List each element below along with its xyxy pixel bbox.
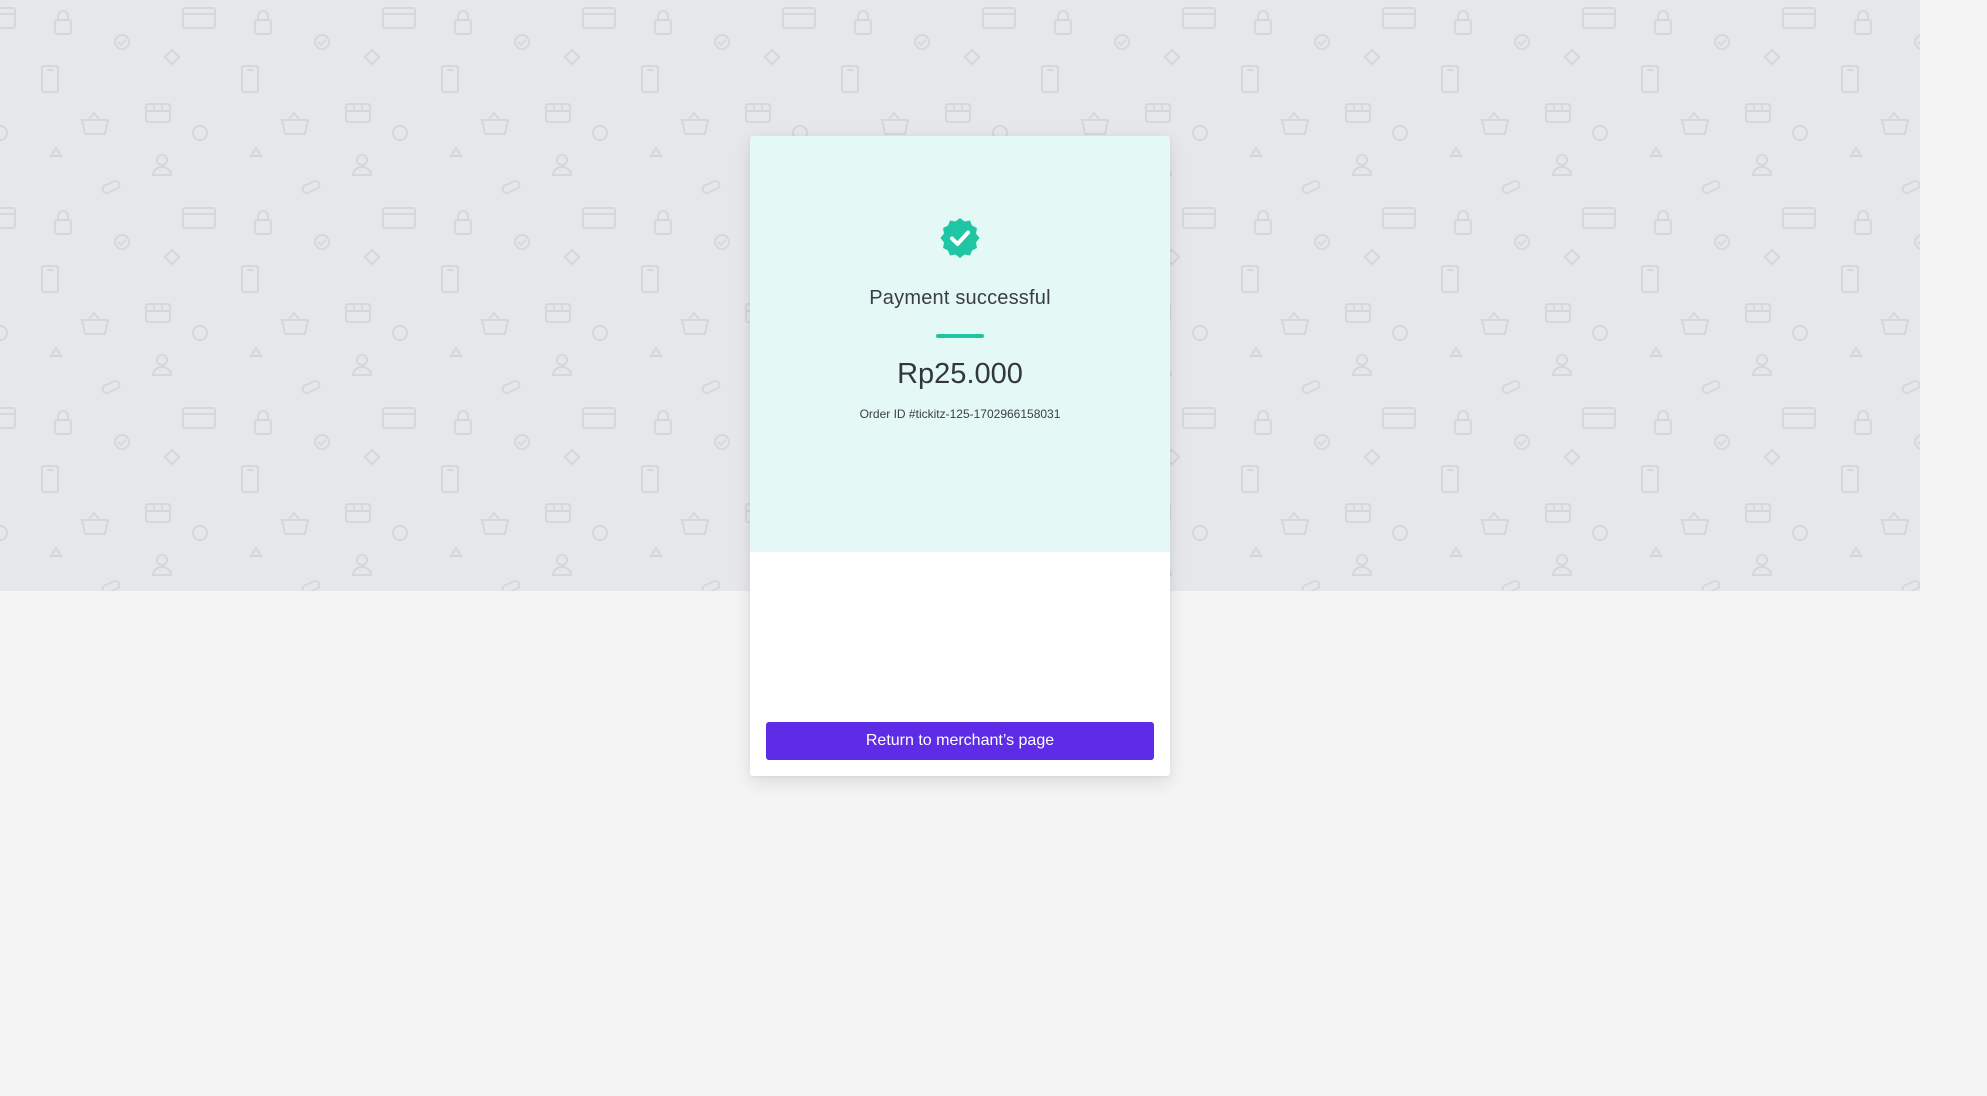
payment-amount: Rp25.000 [897,358,1023,390]
payment-status-title: Payment successful [869,287,1051,309]
payment-page: Payment successful Rp25.000 Order ID #ti… [0,0,1987,1096]
return-to-merchant-button[interactable]: Return to merchant’s page [766,722,1154,760]
payment-result-card: Payment successful Rp25.000 Order ID #ti… [750,136,1170,776]
status-divider [936,334,984,338]
order-id-text: Order ID #tickitz-125-1702966158031 [859,407,1061,421]
payment-status-panel: Payment successful Rp25.000 Order ID #ti… [750,136,1170,552]
verified-check-badge-icon [940,218,980,258]
